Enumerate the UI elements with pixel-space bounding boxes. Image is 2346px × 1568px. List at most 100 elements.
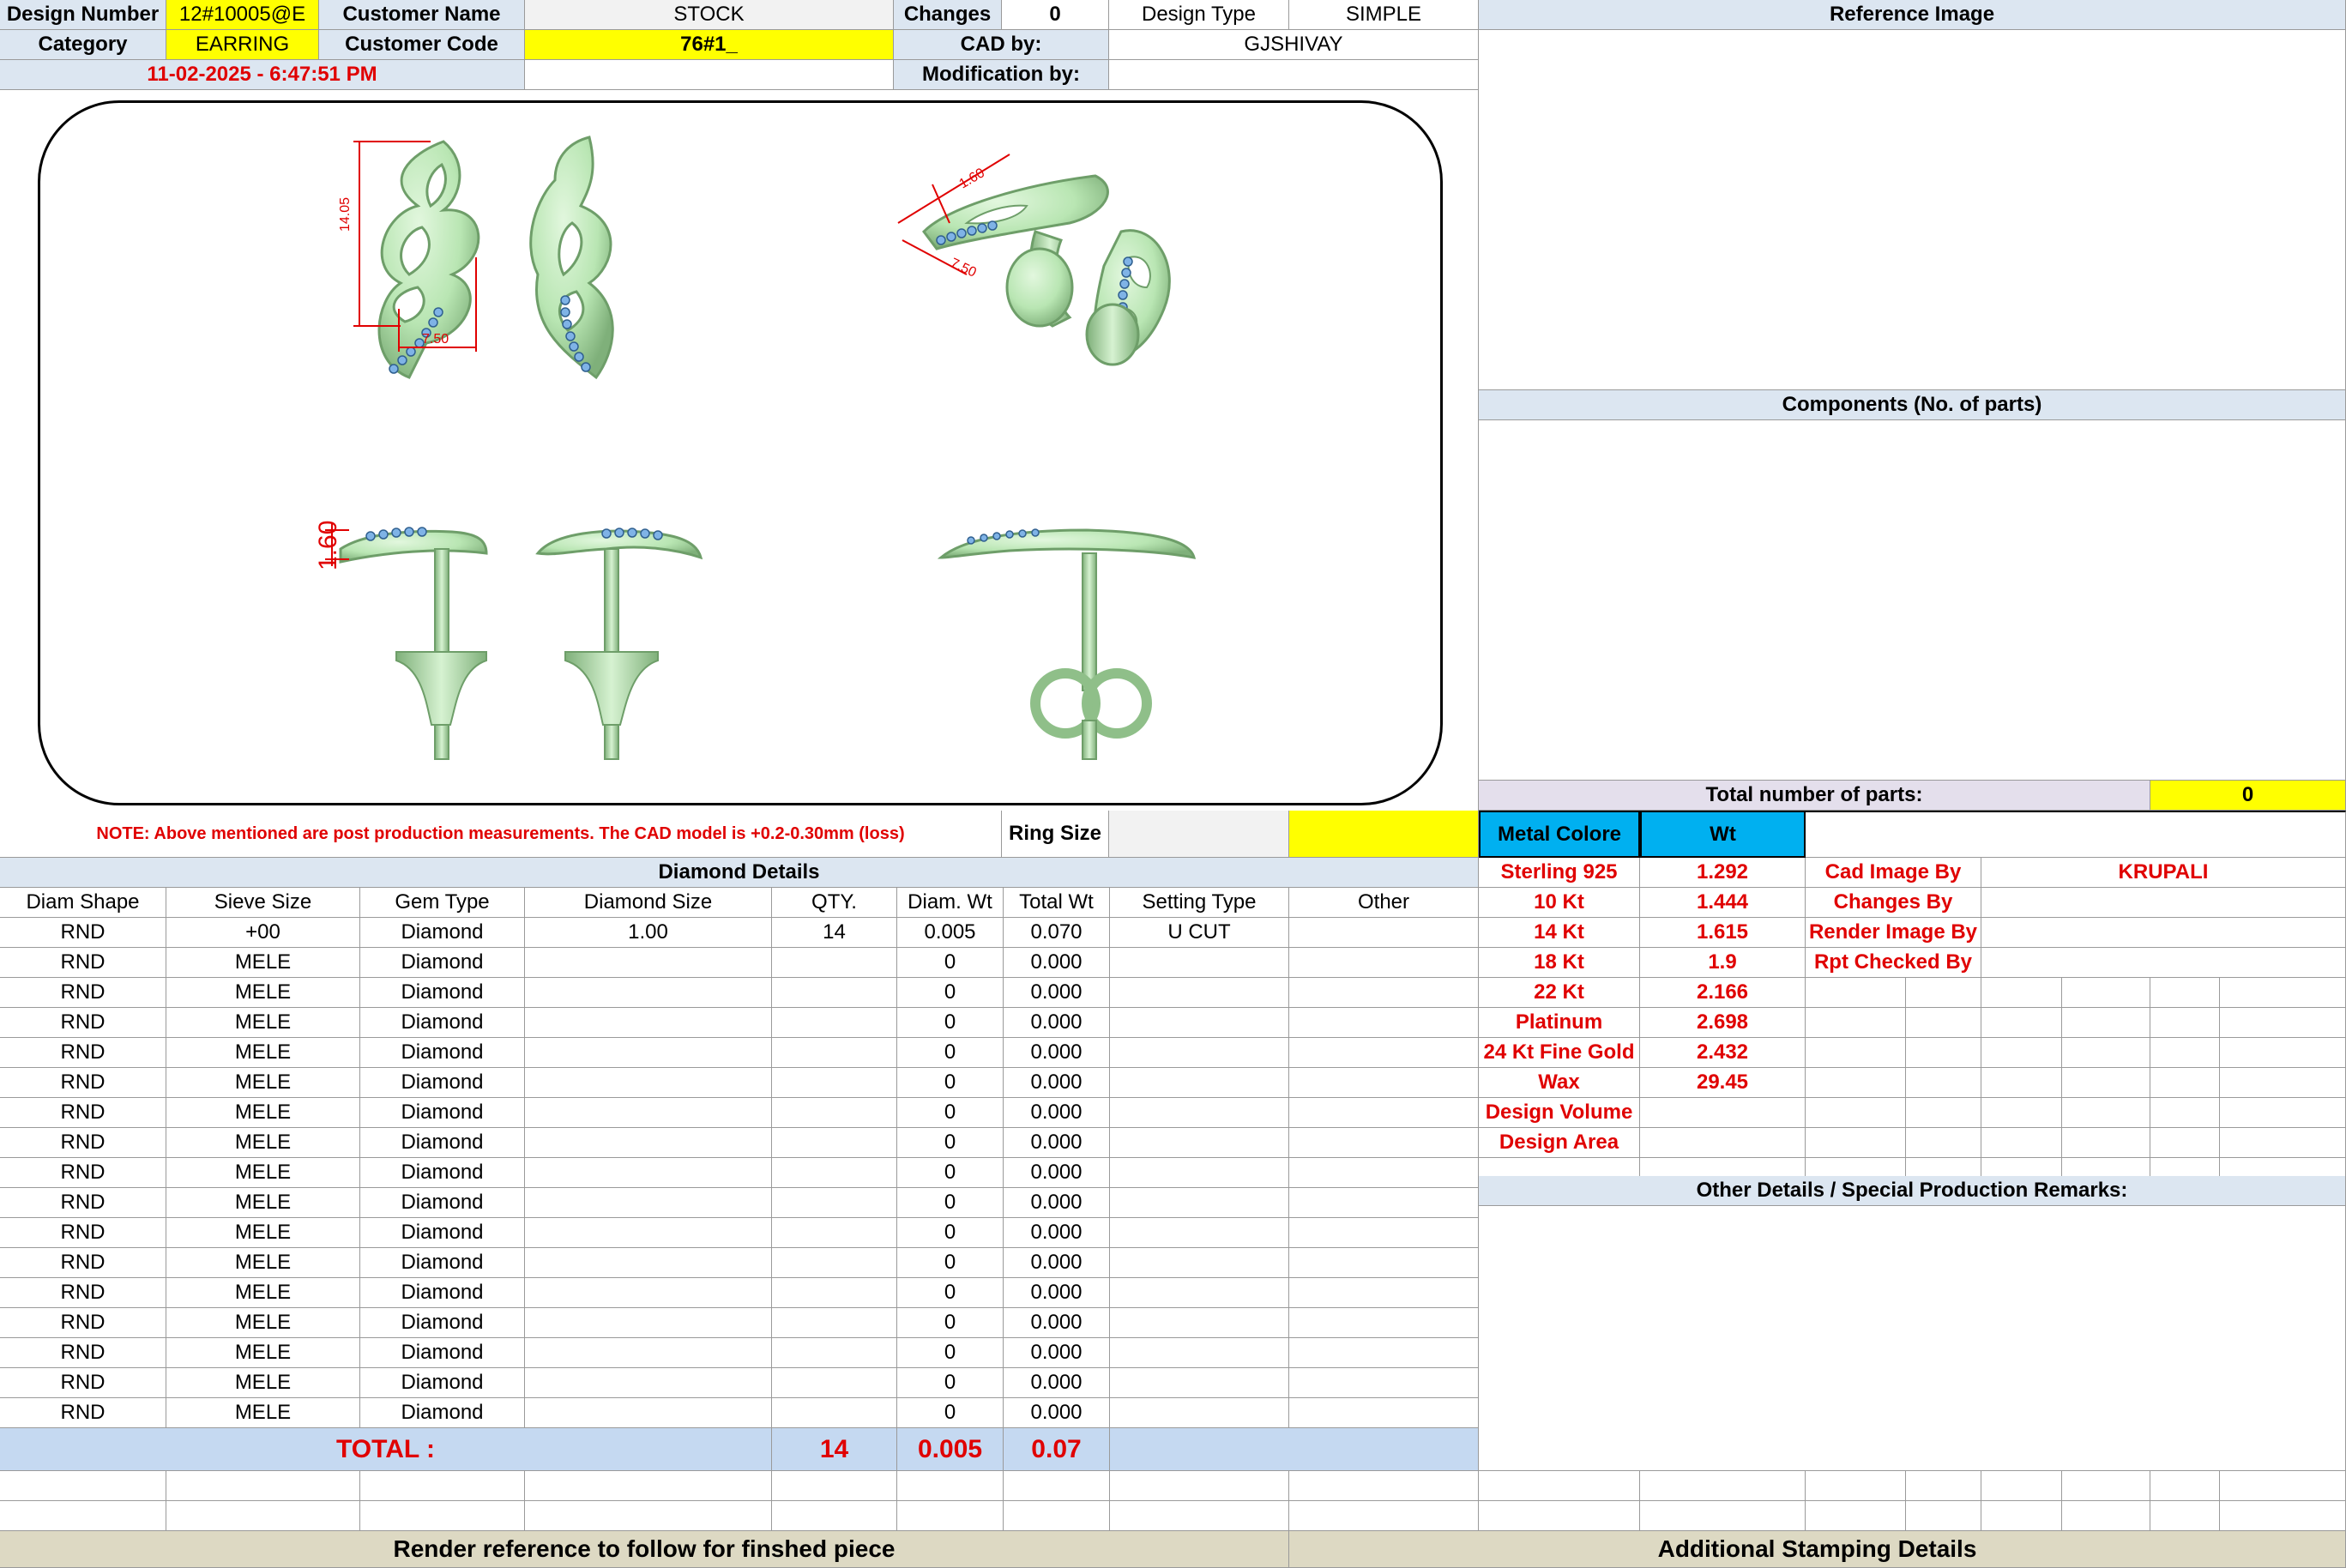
cell-sieve-size[interactable]: MELE bbox=[166, 1368, 360, 1398]
cell-sieve-size[interactable]: MELE bbox=[166, 1398, 360, 1428]
cell-other[interactable] bbox=[1289, 1248, 1479, 1278]
cell-setting-type[interactable] bbox=[1110, 1368, 1289, 1398]
cell-sieve-size[interactable]: MELE bbox=[166, 1278, 360, 1308]
cell-total-wt[interactable]: 0.000 bbox=[1004, 1218, 1110, 1248]
cell-qty[interactable] bbox=[772, 1248, 897, 1278]
credit-value[interactable] bbox=[1981, 948, 2346, 978]
cell-setting-type[interactable] bbox=[1110, 1038, 1289, 1068]
cell-diam-wt[interactable]: 0 bbox=[897, 1098, 1004, 1128]
cell-other[interactable] bbox=[1289, 1218, 1479, 1248]
cell-sieve-size[interactable]: MELE bbox=[166, 1068, 360, 1098]
cell-diam-wt[interactable]: 0 bbox=[897, 1158, 1004, 1188]
cell-diamond-size[interactable]: 1.00 bbox=[525, 918, 772, 948]
changes-value[interactable]: 0 bbox=[1002, 0, 1109, 30]
metal-weight[interactable] bbox=[1640, 1098, 1806, 1128]
cell-sieve-size[interactable]: MELE bbox=[166, 1248, 360, 1278]
cell-qty[interactable] bbox=[772, 1218, 897, 1248]
cell-gem-type[interactable]: Diamond bbox=[360, 1098, 525, 1128]
cell-gem-type[interactable]: Diamond bbox=[360, 918, 525, 948]
cell-qty[interactable] bbox=[772, 1068, 897, 1098]
cell-qty[interactable] bbox=[772, 978, 897, 1008]
cell-diamond-size[interactable] bbox=[525, 1188, 772, 1218]
cell-diam-wt[interactable]: 0.005 bbox=[897, 918, 1004, 948]
cell-total-wt[interactable]: 0.000 bbox=[1004, 1308, 1110, 1338]
ring-size-value[interactable] bbox=[1109, 811, 1289, 858]
cell-gem-type[interactable]: Diamond bbox=[360, 1338, 525, 1368]
cell-qty[interactable] bbox=[772, 1038, 897, 1068]
cell-gem-type[interactable]: Diamond bbox=[360, 948, 525, 978]
cell-diamond-size[interactable] bbox=[525, 1158, 772, 1188]
credit-value[interactable]: KRUPALI bbox=[1981, 858, 2346, 888]
cell-gem-type[interactable]: Diamond bbox=[360, 978, 525, 1008]
cell-total-wt[interactable]: 0.000 bbox=[1004, 978, 1110, 1008]
cell-total-wt[interactable]: 0.000 bbox=[1004, 1068, 1110, 1098]
cell-other[interactable] bbox=[1289, 1128, 1479, 1158]
cell-diam-shape[interactable]: RND bbox=[0, 978, 166, 1008]
cell-diam-wt[interactable]: 0 bbox=[897, 978, 1004, 1008]
cell-gem-type[interactable]: Diamond bbox=[360, 1158, 525, 1188]
credit-value[interactable] bbox=[1981, 918, 2346, 948]
cell-diamond-size[interactable] bbox=[525, 1398, 772, 1428]
cell-other[interactable] bbox=[1289, 1068, 1479, 1098]
cell-diamond-size[interactable] bbox=[525, 1218, 772, 1248]
cell-qty[interactable] bbox=[772, 1008, 897, 1038]
cell-other[interactable] bbox=[1289, 978, 1479, 1008]
cell-diam-wt[interactable]: 0 bbox=[897, 1038, 1004, 1068]
cell-diam-shape[interactable]: RND bbox=[0, 1308, 166, 1338]
cell-diam-shape[interactable]: RND bbox=[0, 918, 166, 948]
cell-sieve-size[interactable]: MELE bbox=[166, 1038, 360, 1068]
cell-gem-type[interactable]: Diamond bbox=[360, 1008, 525, 1038]
other-details-area[interactable] bbox=[1479, 1206, 2346, 1471]
cell-other[interactable] bbox=[1289, 1188, 1479, 1218]
cell-diam-shape[interactable]: RND bbox=[0, 1098, 166, 1128]
cell-total-wt[interactable]: 0.000 bbox=[1004, 1158, 1110, 1188]
cell-total-wt[interactable]: 0.000 bbox=[1004, 1248, 1110, 1278]
cell-other[interactable] bbox=[1289, 1098, 1479, 1128]
cell-gem-type[interactable]: Diamond bbox=[360, 1188, 525, 1218]
cell-setting-type[interactable] bbox=[1110, 1218, 1289, 1248]
metal-weight[interactable]: 2.698 bbox=[1640, 1008, 1806, 1038]
category-value[interactable]: EARRING bbox=[166, 30, 319, 60]
cell-sieve-size[interactable]: MELE bbox=[166, 1098, 360, 1128]
cell-diamond-size[interactable] bbox=[525, 1098, 772, 1128]
cell-gem-type[interactable]: Diamond bbox=[360, 1278, 525, 1308]
cell-diam-wt[interactable]: 0 bbox=[897, 1008, 1004, 1038]
cell-diam-wt[interactable]: 0 bbox=[897, 1338, 1004, 1368]
cell-gem-type[interactable]: Diamond bbox=[360, 1218, 525, 1248]
cell-sieve-size[interactable]: MELE bbox=[166, 1308, 360, 1338]
customer-name-value[interactable]: STOCK bbox=[525, 0, 894, 30]
metal-weight[interactable]: 2.432 bbox=[1640, 1038, 1806, 1068]
cell-qty[interactable]: 14 bbox=[772, 918, 897, 948]
cell-diamond-size[interactable] bbox=[525, 1338, 772, 1368]
design-type-value[interactable]: SIMPLE bbox=[1289, 0, 1479, 30]
cell-qty[interactable] bbox=[772, 1128, 897, 1158]
customer-code-value[interactable]: 76#1_ bbox=[525, 30, 894, 60]
cell-sieve-size[interactable]: MELE bbox=[166, 1218, 360, 1248]
cell-diamond-size[interactable] bbox=[525, 1308, 772, 1338]
cell-sieve-size[interactable]: MELE bbox=[166, 1338, 360, 1368]
cell-total-wt[interactable]: 0.000 bbox=[1004, 1008, 1110, 1038]
cell-gem-type[interactable]: Diamond bbox=[360, 1248, 525, 1278]
modification-by-value[interactable] bbox=[1109, 60, 1479, 90]
cell-qty[interactable] bbox=[772, 1278, 897, 1308]
credit-value[interactable] bbox=[1981, 888, 2346, 918]
cell-diam-shape[interactable]: RND bbox=[0, 1008, 166, 1038]
cell-total-wt[interactable]: 0.000 bbox=[1004, 1128, 1110, 1158]
cell-diam-wt[interactable]: 0 bbox=[897, 1218, 1004, 1248]
cell-qty[interactable] bbox=[772, 1398, 897, 1428]
cell-qty[interactable] bbox=[772, 1098, 897, 1128]
cell-sieve-size[interactable]: MELE bbox=[166, 1188, 360, 1218]
cell-total-wt[interactable]: 0.000 bbox=[1004, 1338, 1110, 1368]
metal-weight[interactable]: 1.444 bbox=[1640, 888, 1806, 918]
cell-gem-type[interactable]: Diamond bbox=[360, 1128, 525, 1158]
metal-weight[interactable]: 1.615 bbox=[1640, 918, 1806, 948]
cell-other[interactable] bbox=[1289, 1038, 1479, 1068]
metal-weight[interactable]: 1.292 bbox=[1640, 858, 1806, 888]
cell-other[interactable] bbox=[1289, 1158, 1479, 1188]
cell-diamond-size[interactable] bbox=[525, 1038, 772, 1068]
cell-diamond-size[interactable] bbox=[525, 978, 772, 1008]
cell-gem-type[interactable]: Diamond bbox=[360, 1398, 525, 1428]
cell-gem-type[interactable]: Diamond bbox=[360, 1368, 525, 1398]
cell-diamond-size[interactable] bbox=[525, 1248, 772, 1278]
metal-weight[interactable]: 2.166 bbox=[1640, 978, 1806, 1008]
